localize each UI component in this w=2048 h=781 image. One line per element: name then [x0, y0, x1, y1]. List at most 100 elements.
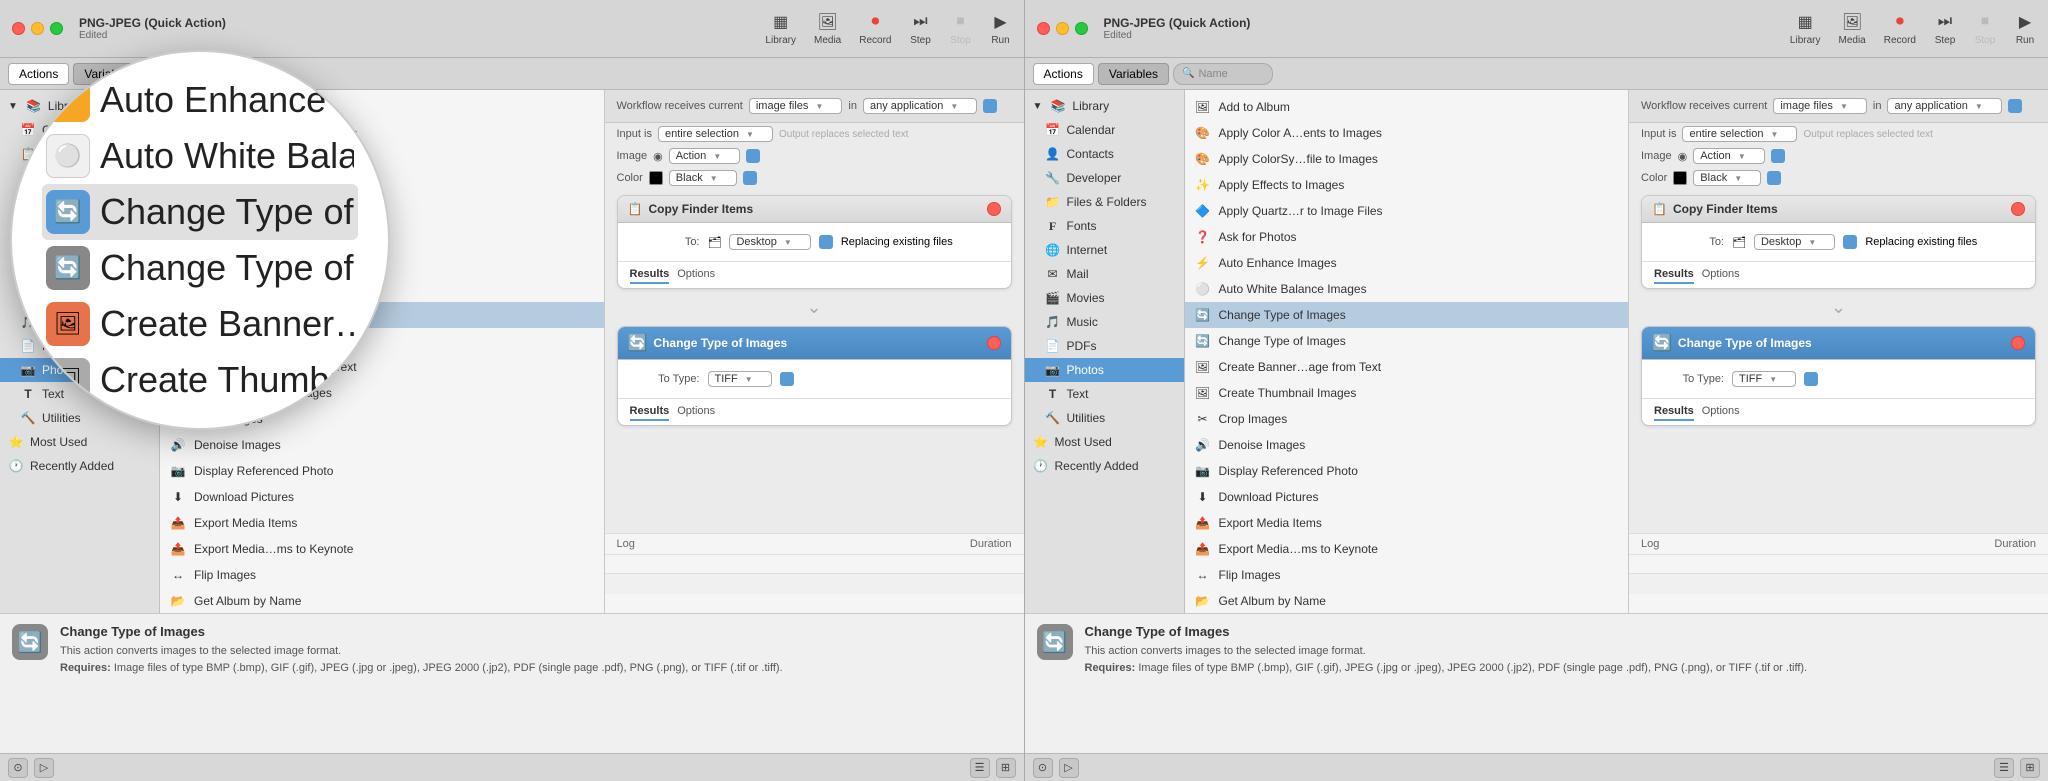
right-sidebar-fonts[interactable]: F Fonts [1025, 214, 1184, 238]
copy-finder-results-tab[interactable]: Results [630, 266, 670, 284]
action-export-media[interactable]: 📤 Export Media Items [160, 510, 604, 536]
right-action-apply-colorsy[interactable]: 🎨 Apply ColorSy…file to Images [1185, 146, 1629, 172]
actions-tab[interactable]: Actions [8, 63, 69, 85]
right-sidebar-mail[interactable]: ✉ Mail [1025, 262, 1184, 286]
mag-item-create-banner[interactable]: 🖼 Create Banner…a [42, 296, 358, 352]
fullscreen-button[interactable] [50, 22, 63, 35]
right-sidebar-calendar[interactable]: 📅 Calendar [1025, 118, 1184, 142]
mag-item-change-type-1[interactable]: 🔄 Change Type of Im… [42, 184, 358, 240]
media-button[interactable]: 🖼 Media [814, 11, 841, 46]
right-search-box[interactable]: 🔍 Name [1173, 63, 1273, 85]
application-dropdown[interactable]: any application ▼ [863, 98, 977, 114]
ctrl-down-btn[interactable]: ⊙ [8, 758, 28, 778]
right-action-export-media[interactable]: 📤 Export Media Items [1185, 510, 1629, 536]
right-stop-button[interactable]: ⏹ Stop [1974, 11, 1996, 46]
right-sidebar-recently-added[interactable]: 🕐 Recently Added [1025, 454, 1184, 478]
right-action-denoise[interactable]: 🔊 Denoise Images [1185, 432, 1629, 458]
right-action-auto-white[interactable]: ⚪ Auto White Balance Images [1185, 276, 1629, 302]
right-media-button[interactable]: 🖼 Media [1839, 11, 1866, 46]
right-library-button[interactable]: ▦ Library [1790, 11, 1821, 46]
right-action-apply-quartz[interactable]: 🔷 Apply Quartz…r to Image Files [1185, 198, 1629, 224]
right-action-create-banner[interactable]: 🖼 Create Banner…age from Text [1185, 354, 1629, 380]
right-sidebar-music[interactable]: 🎵 Music [1025, 310, 1184, 334]
right-action-ask-for-photos[interactable]: ❓ Ask for Photos [1185, 224, 1629, 250]
right-color-dropdown[interactable]: Black ▼ [1693, 170, 1761, 186]
sidebar-item-most-used[interactable]: ⭐ Most Used [0, 430, 159, 454]
right-copy-finder-results-tab[interactable]: Results [1654, 266, 1694, 284]
copy-finder-options-tab[interactable]: Options [677, 266, 715, 284]
action-download[interactable]: ⬇ Download Pictures [160, 484, 604, 510]
right-input-is-dropdown[interactable]: entire selection ▼ [1682, 126, 1797, 142]
right-step-button[interactable]: ⏭ Step [1934, 11, 1956, 46]
input-is-dropdown[interactable]: entire selection ▼ [658, 126, 773, 142]
right-record-button[interactable]: ⏺ Record [1884, 11, 1916, 46]
change-type-close[interactable]: ✕ [987, 336, 1001, 350]
right-color-swatch[interactable] [1673, 171, 1687, 185]
right-sidebar-text[interactable]: T Text [1025, 382, 1184, 406]
close-button[interactable] [12, 22, 25, 35]
right-action-apply-color[interactable]: 🎨 Apply Color A…ents to Images [1185, 120, 1629, 146]
right-action-flip[interactable]: ↔ Flip Images [1185, 562, 1629, 588]
right-sidebar-pdfs[interactable]: 📄 PDFs [1025, 334, 1184, 358]
right-input-type-dropdown[interactable]: image files ▼ [1773, 98, 1867, 114]
right-action-display-ref[interactable]: 📷 Display Referenced Photo [1185, 458, 1629, 484]
change-type-results-tab[interactable]: Results [630, 403, 670, 421]
run-button[interactable]: ▶ Run [990, 11, 1012, 46]
input-type-dropdown[interactable]: image files ▼ [749, 98, 843, 114]
right-image-dropdown[interactable]: Action ▼ [1693, 148, 1765, 164]
mag-item-auto-white[interactable]: ⚪ Auto White Bala… [42, 128, 358, 184]
right-fullscreen-button[interactable] [1075, 22, 1088, 35]
action-export-keynote[interactable]: 📤 Export Media…ms to Keynote [160, 536, 604, 562]
right-ctrl-arrow-btn[interactable]: ▷ [1059, 758, 1079, 778]
action-denoise[interactable]: 🔊 Denoise Images [160, 432, 604, 458]
right-action-download[interactable]: ⬇ Download Pictures [1185, 484, 1629, 510]
right-action-get-album[interactable]: 📂 Get Album by Name [1185, 588, 1629, 613]
right-sidebar-utilities[interactable]: 🔨 Utilities [1025, 406, 1184, 430]
ctrl-grid-btn[interactable]: ⊞ [996, 758, 1016, 778]
right-copy-finder-close[interactable]: ✕ [2011, 202, 2025, 216]
right-action-change-type-2[interactable]: 🔄 Change Type of Images [1185, 328, 1629, 354]
right-minimize-button[interactable] [1056, 22, 1069, 35]
right-to-type-dropdown[interactable]: TIFF ▼ [1732, 371, 1796, 387]
minimize-button[interactable] [31, 22, 44, 35]
right-change-type-results-tab[interactable]: Results [1654, 403, 1694, 421]
right-change-type-close[interactable]: ✕ [2011, 336, 2025, 350]
color-swatch[interactable] [649, 171, 663, 185]
right-ctrl-grid-btn[interactable]: ⊞ [2020, 758, 2040, 778]
right-sidebar-movies[interactable]: 🎬 Movies [1025, 286, 1184, 310]
right-application-dropdown[interactable]: any application ▼ [1887, 98, 2001, 114]
stop-button[interactable]: ⏹ Stop [950, 11, 972, 46]
color-dropdown[interactable]: Black ▼ [669, 170, 737, 186]
right-variables-tab[interactable]: Variables [1098, 63, 1169, 85]
right-sidebar-contacts[interactable]: 👤 Contacts [1025, 142, 1184, 166]
right-to-dropdown[interactable]: Desktop ▼ [1754, 234, 1835, 250]
right-sidebar-files[interactable]: 📁 Files & Folders [1025, 190, 1184, 214]
action-get-album[interactable]: 📂 Get Album by Name [160, 588, 604, 613]
step-button[interactable]: ⏭ Step [910, 11, 932, 46]
right-sidebar-developer[interactable]: 🔧 Developer [1025, 166, 1184, 190]
right-ctrl-down-btn[interactable]: ⊙ [1033, 758, 1053, 778]
ctrl-arrow-btn[interactable]: ▷ [34, 758, 54, 778]
right-action-export-keynote[interactable]: 📤 Export Media…ms to Keynote [1185, 536, 1629, 562]
library-button[interactable]: ▦ Library [765, 11, 796, 46]
action-flip[interactable]: ↔ Flip Images [160, 562, 604, 588]
to-type-dropdown[interactable]: TIFF ▼ [708, 371, 772, 387]
action-display-ref[interactable]: 📷 Display Referenced Photo [160, 458, 604, 484]
right-ctrl-list-btn[interactable]: ☰ [1994, 758, 2014, 778]
record-button[interactable]: ⏺ Record [859, 11, 891, 46]
right-sidebar-library[interactable]: ▼ 📚 Library [1025, 94, 1184, 118]
sidebar-item-recently-added[interactable]: 🕐 Recently Added [0, 454, 159, 478]
right-close-button[interactable] [1037, 22, 1050, 35]
right-action-crop[interactable]: ✂ Crop Images [1185, 406, 1629, 432]
right-actions-tab[interactable]: Actions [1033, 63, 1094, 85]
right-sidebar-internet[interactable]: 🌐 Internet [1025, 238, 1184, 262]
right-action-add-to-album[interactable]: 🖼 Add to Album [1185, 94, 1629, 120]
right-run-button[interactable]: ▶ Run [2014, 11, 2036, 46]
right-action-change-type-1[interactable]: 🔄 Change Type of Images [1185, 302, 1629, 328]
ctrl-list-btn[interactable]: ☰ [970, 758, 990, 778]
right-change-type-options-tab[interactable]: Options [1702, 403, 1740, 421]
right-action-apply-effects[interactable]: ✨ Apply Effects to Images [1185, 172, 1629, 198]
change-type-options-tab[interactable]: Options [677, 403, 715, 421]
mag-item-change-type-2[interactable]: 🔄 Change Type of Im… [42, 240, 358, 296]
image-dropdown[interactable]: Action ▼ [669, 148, 741, 164]
